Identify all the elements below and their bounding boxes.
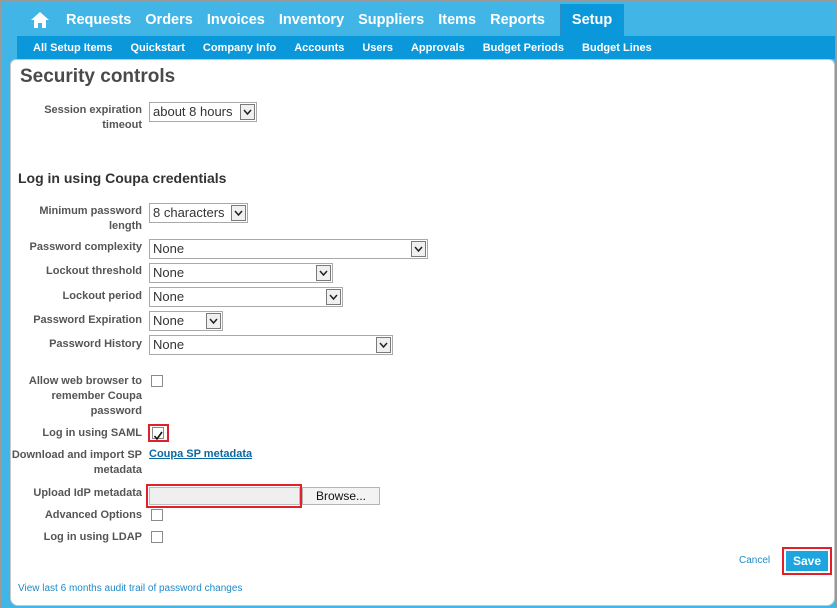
subnav-company-info[interactable]: Company Info xyxy=(203,42,276,54)
min-length-select[interactable]: 8 characters xyxy=(149,203,248,223)
subnav-all-setup-items[interactable]: All Setup Items xyxy=(33,42,112,54)
ldap-checkbox[interactable] xyxy=(151,531,163,543)
chevron-down-icon xyxy=(316,265,331,281)
remember-password-label: Allow web browser to remember Coupa pass… xyxy=(28,375,142,417)
coupa-sp-metadata-link[interactable]: Coupa SP metadata xyxy=(149,448,252,460)
subnav-approvals[interactable]: Approvals xyxy=(411,42,465,54)
save-button[interactable]: Save xyxy=(782,547,832,575)
complexity-select[interactable]: None xyxy=(149,239,428,259)
min-length-label: Minimum password length xyxy=(39,205,142,232)
complexity-label: Password complexity xyxy=(29,241,143,253)
lockout-period-select[interactable]: None xyxy=(149,287,343,307)
chevron-down-icon xyxy=(206,313,221,329)
sp-metadata-label: Download and import SP metadata xyxy=(11,449,142,476)
history-value: None xyxy=(153,337,185,352)
advanced-options-label: Advanced Options xyxy=(44,509,142,521)
subnav-budget-lines[interactable]: Budget Lines xyxy=(582,42,652,54)
saml-checkbox[interactable] xyxy=(152,427,164,441)
chevron-down-icon xyxy=(231,205,246,221)
nav-setup[interactable]: Setup xyxy=(559,4,625,36)
expiration-select[interactable]: None xyxy=(149,311,223,331)
subnav-quickstart[interactable]: Quickstart xyxy=(130,42,184,54)
history-select[interactable]: None xyxy=(149,335,393,355)
chevron-down-icon xyxy=(240,104,255,120)
lockout-threshold-value: None xyxy=(153,265,185,280)
nav-items[interactable]: Items xyxy=(438,12,476,28)
nav-inventory[interactable]: Inventory xyxy=(279,12,344,28)
page-title: Security controls xyxy=(20,66,176,87)
checkmark-icon xyxy=(153,431,163,441)
session-timeout-select[interactable]: about 8 hours xyxy=(149,102,257,122)
chevron-down-icon xyxy=(376,337,391,353)
chevron-down-icon xyxy=(411,241,426,257)
idp-upload-label: Upload IdP metadata xyxy=(33,487,142,499)
expiration-value: None xyxy=(153,313,185,328)
session-timeout-label: Session expiration timeout xyxy=(44,104,142,131)
home-icon[interactable] xyxy=(29,10,51,30)
app-window: Requests Orders Invoices Inventory Suppl… xyxy=(0,0,837,608)
nav-requests[interactable]: Requests xyxy=(66,12,131,28)
security-controls-panel: Security controls Session expiration tim… xyxy=(10,59,835,606)
subnav-accounts[interactable]: Accounts xyxy=(294,42,344,54)
lockout-threshold-select[interactable]: None xyxy=(149,263,333,283)
nav-suppliers[interactable]: Suppliers xyxy=(358,12,424,28)
remember-password-checkbox[interactable] xyxy=(151,375,163,387)
section-title-coupa-credentials: Log in using Coupa credentials xyxy=(18,170,227,186)
history-label: Password History xyxy=(49,338,142,350)
setup-subnav: All Setup Items Quickstart Company Info … xyxy=(17,36,835,59)
nav-orders[interactable]: Orders xyxy=(145,12,193,28)
audit-trail-link[interactable]: View last 6 months audit trail of passwo… xyxy=(18,583,242,594)
min-length-value: 8 characters xyxy=(153,205,225,220)
cancel-link[interactable]: Cancel xyxy=(739,555,770,566)
nav-invoices[interactable]: Invoices xyxy=(207,12,265,28)
complexity-value: None xyxy=(153,241,185,256)
lockout-period-label: Lockout period xyxy=(62,290,142,302)
chevron-down-icon xyxy=(326,289,341,305)
lockout-period-value: None xyxy=(153,289,185,304)
saml-label: Log in using SAML xyxy=(42,427,142,439)
subnav-users[interactable]: Users xyxy=(362,42,393,54)
browse-button[interactable]: Browse... xyxy=(302,487,380,505)
top-navigation: Requests Orders Invoices Inventory Suppl… xyxy=(1,3,837,37)
expiration-label: Password Expiration xyxy=(33,314,142,326)
lockout-threshold-label: Lockout threshold xyxy=(46,265,142,277)
session-timeout-value: about 8 hours xyxy=(153,104,233,119)
idp-file-input[interactable] xyxy=(149,487,300,505)
ldap-label: Log in using LDAP xyxy=(43,531,142,543)
subnav-budget-periods[interactable]: Budget Periods xyxy=(483,42,564,54)
nav-reports[interactable]: Reports xyxy=(490,12,545,28)
advanced-options-checkbox[interactable] xyxy=(151,509,163,521)
